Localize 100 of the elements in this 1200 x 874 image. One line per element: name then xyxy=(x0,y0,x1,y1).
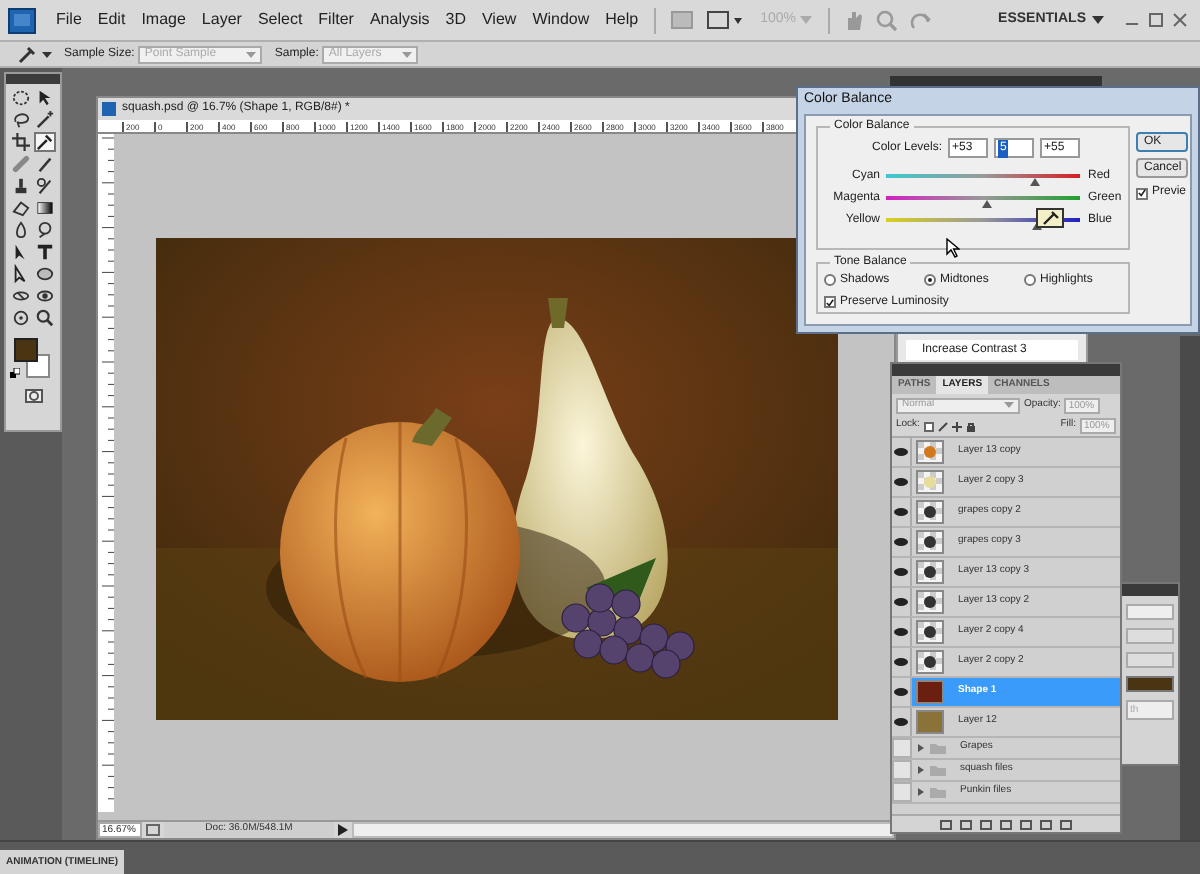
history-brush-icon xyxy=(36,176,54,196)
horizontal-scrollbar[interactable] xyxy=(352,822,894,838)
menu-item[interactable]: Filter xyxy=(310,4,362,36)
check-icon xyxy=(826,297,834,307)
tool-button[interactable] xyxy=(34,132,56,152)
menu-item[interactable]: Window xyxy=(524,4,598,36)
caret-icon xyxy=(1004,402,1014,408)
folder-icon[interactable] xyxy=(1020,819,1032,829)
visibility-toggle[interactable] xyxy=(892,782,912,802)
link-icon[interactable] xyxy=(940,819,952,829)
caret-icon xyxy=(42,51,52,57)
tool-button[interactable] xyxy=(10,198,32,218)
status-icon[interactable] xyxy=(146,824,160,836)
menu-item[interactable]: Image xyxy=(133,4,194,36)
menu-item[interactable]: File xyxy=(48,4,90,36)
trash-icon[interactable] xyxy=(1060,819,1072,829)
gradient-icon xyxy=(36,198,54,218)
radio-indicator[interactable] xyxy=(924,274,936,286)
tool-button[interactable] xyxy=(34,308,56,328)
mask-icon[interactable] xyxy=(980,819,992,829)
new-layer-icon[interactable] xyxy=(1040,819,1052,829)
check-icon xyxy=(1138,188,1146,198)
lock-pixels-icon[interactable] xyxy=(937,421,948,431)
dropdown-field[interactable] xyxy=(1126,652,1174,668)
tool-button[interactable] xyxy=(34,110,56,130)
visibility-toggle[interactable] xyxy=(892,558,912,586)
expand-arrow-icon[interactable] xyxy=(918,744,924,752)
close-icon[interactable] xyxy=(1172,12,1188,28)
visibility-toggle[interactable] xyxy=(892,678,912,706)
path-select-icon xyxy=(12,242,30,262)
expand-arrow-icon[interactable] xyxy=(918,766,924,774)
visibility-toggle[interactable] xyxy=(892,468,912,496)
visibility-toggle[interactable] xyxy=(892,738,912,758)
tool-button[interactable] xyxy=(34,264,56,284)
lock-position-icon[interactable] xyxy=(951,421,962,431)
menu-item[interactable]: Select xyxy=(249,4,311,36)
color-slider[interactable] xyxy=(886,171,1080,183)
lock-transparency-icon[interactable] xyxy=(923,421,934,431)
tool-button[interactable] xyxy=(10,176,32,196)
quick-mask-icon[interactable] xyxy=(24,388,44,404)
menu-item[interactable]: Help xyxy=(597,4,647,36)
tool-button[interactable] xyxy=(10,132,32,152)
eye-icon xyxy=(894,628,908,636)
fx-icon[interactable] xyxy=(960,819,972,829)
color-swatch[interactable] xyxy=(1126,676,1174,692)
screen-mode-icon[interactable] xyxy=(706,10,747,30)
pointer-cursor-icon xyxy=(946,238,960,258)
adjustment-icon[interactable] xyxy=(1000,819,1012,829)
lasso-icon xyxy=(12,110,30,130)
caret-icon xyxy=(246,51,257,57)
visibility-toggle[interactable] xyxy=(892,528,912,556)
eye-icon xyxy=(894,598,908,606)
visibility-toggle[interactable] xyxy=(892,498,912,526)
caret-icon xyxy=(1092,16,1104,24)
default-colors-icon[interactable] xyxy=(10,368,20,378)
color-slider[interactable] xyxy=(886,193,1080,205)
dodge-icon xyxy=(36,220,54,240)
eyedropper-icon[interactable] xyxy=(16,44,36,64)
dropdown-field[interactable] xyxy=(1126,604,1174,620)
dropdown-field[interactable] xyxy=(1126,628,1174,644)
menu-item[interactable]: Edit xyxy=(89,4,134,36)
eye-icon xyxy=(894,508,908,516)
drop-icon xyxy=(12,220,30,240)
menu-item[interactable]: View xyxy=(473,4,525,36)
maximize-icon[interactable] xyxy=(1148,12,1164,28)
zoom-icon xyxy=(36,308,54,328)
caret-icon xyxy=(800,16,812,24)
visibility-toggle[interactable] xyxy=(892,588,912,616)
radio-indicator[interactable] xyxy=(824,274,836,286)
eye-icon xyxy=(894,448,908,456)
lock-all-icon[interactable] xyxy=(965,421,976,431)
menu-item[interactable]: Analysis xyxy=(361,4,438,36)
tool-button[interactable] xyxy=(34,242,56,262)
tool-button[interactable] xyxy=(34,198,56,218)
visibility-toggle[interactable] xyxy=(892,618,912,646)
logo-icon xyxy=(14,14,30,26)
checkbox-indicator[interactable] xyxy=(1136,187,1148,199)
type-icon xyxy=(36,242,54,262)
tool-button[interactable] xyxy=(34,154,56,174)
tool-button[interactable] xyxy=(34,220,56,240)
tool-button[interactable] xyxy=(10,220,32,240)
menu-item[interactable]: 3D xyxy=(437,4,474,36)
caret-icon xyxy=(402,51,413,57)
visibility-toggle[interactable] xyxy=(892,438,912,466)
visibility-toggle[interactable] xyxy=(892,648,912,676)
foreground-color-swatch[interactable] xyxy=(14,338,38,362)
expand-arrow-icon[interactable] xyxy=(918,788,924,796)
visibility-toggle[interactable] xyxy=(892,760,912,780)
tool-button[interactable] xyxy=(10,110,32,130)
menu-item[interactable]: Layer xyxy=(193,4,250,36)
checkbox-indicator[interactable] xyxy=(824,296,836,308)
eyedropper-cursor-icon xyxy=(1036,208,1064,228)
tool-button[interactable] xyxy=(34,176,56,196)
play-arrow-icon[interactable] xyxy=(338,824,348,836)
radio-indicator[interactable] xyxy=(1024,274,1036,286)
tool-button[interactable] xyxy=(34,88,56,108)
eye-icon xyxy=(894,538,908,546)
stamp-icon xyxy=(12,176,30,196)
visibility-toggle[interactable] xyxy=(892,708,912,736)
tool-button[interactable] xyxy=(10,88,32,108)
